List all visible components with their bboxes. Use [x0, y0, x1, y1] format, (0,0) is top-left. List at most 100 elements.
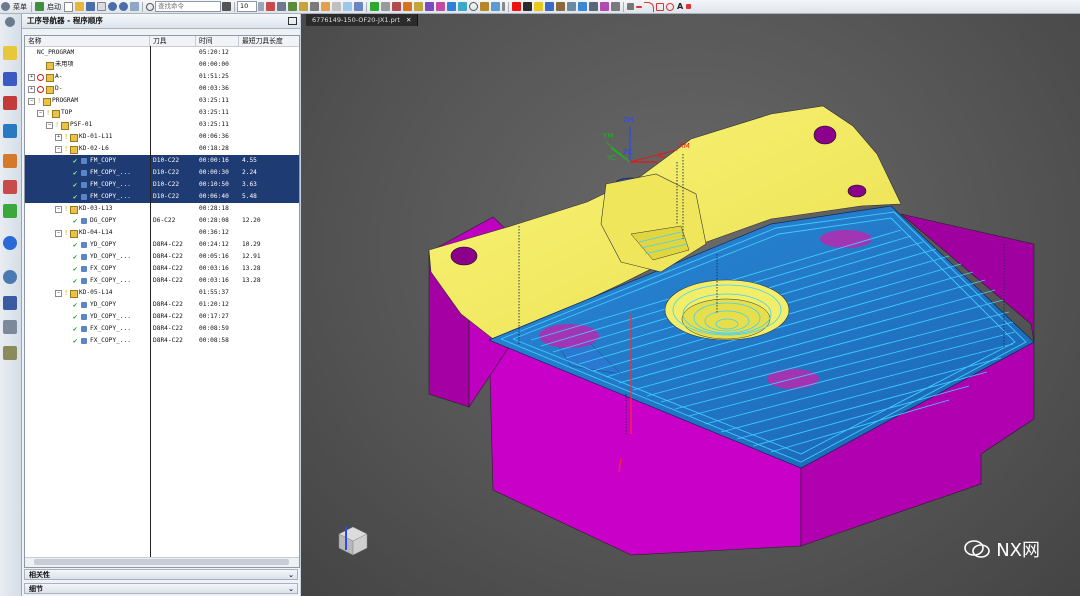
- render-icon[interactable]: [589, 2, 598, 11]
- part-model[interactable]: ZM YM XM ZC YC XC: [301, 14, 1080, 596]
- tree-row[interactable]: + D- 00:03:36: [25, 83, 299, 95]
- collapse-icon[interactable]: −: [55, 206, 62, 213]
- tree-row[interactable]: ✔ FX_COPY_... D8R4-C22 00:03:16 13.28: [25, 275, 299, 287]
- binoculars-icon[interactable]: [222, 2, 231, 11]
- tree-row[interactable]: ✔ YD_COPY D8R4-C22 00:24:12 10.29: [25, 239, 299, 251]
- geometry-icon[interactable]: [414, 2, 423, 11]
- rotate-icon[interactable]: [332, 2, 341, 11]
- copy-icon[interactable]: [97, 2, 106, 11]
- window-icon[interactable]: [130, 2, 139, 11]
- edit-icon[interactable]: [491, 2, 500, 11]
- assembly-navigator-icon[interactable]: [3, 46, 17, 60]
- red-square-icon[interactable]: [512, 2, 521, 11]
- tree-row[interactable]: ✔ YD_COPY_... D8R4-C22 00:05:16 12.91: [25, 251, 299, 263]
- tree-row[interactable]: ✔ YD_COPY D8R4-C22 01:20:12: [25, 299, 299, 311]
- add-icon[interactable]: [370, 2, 379, 11]
- collapse-icon[interactable]: −: [28, 98, 35, 105]
- selection-filter-icon[interactable]: [266, 2, 275, 11]
- view-icon[interactable]: [299, 2, 308, 11]
- light-icon[interactable]: [534, 2, 543, 11]
- fit-icon[interactable]: [343, 2, 352, 11]
- palette-navigator-icon[interactable]: [3, 204, 17, 218]
- material-icon[interactable]: [600, 2, 609, 11]
- zoom-level-field[interactable]: 10: [237, 1, 257, 12]
- tree-row[interactable]: ✔ DG_COPY D6-C22 00:28:08 12.20: [25, 215, 299, 227]
- column-header-time[interactable]: 时间: [196, 36, 239, 46]
- collapse-icon[interactable]: −: [55, 146, 62, 153]
- constraint-navigator-icon[interactable]: [3, 72, 17, 86]
- program-icon[interactable]: [436, 2, 445, 11]
- tree-row[interactable]: NC_PROGRAM 05:20:12: [25, 47, 299, 59]
- tree-row[interactable]: −! KD-03-L13 00:28:18: [25, 203, 299, 215]
- new-file-icon[interactable]: [64, 1, 73, 12]
- part-icon[interactable]: [556, 2, 565, 11]
- collapse-icon[interactable]: −: [37, 110, 44, 117]
- hole[interactable]: [847, 184, 867, 198]
- arrow-icon[interactable]: [277, 2, 286, 11]
- operation-navigator-icon[interactable]: [3, 124, 17, 138]
- redo-icon[interactable]: [119, 2, 128, 11]
- tree-row[interactable]: −! KD-04-L14 00:36:12: [25, 227, 299, 239]
- slash-icon[interactable]: [502, 2, 505, 11]
- palette-icon[interactable]: [523, 2, 532, 11]
- history-icon[interactable]: [3, 270, 17, 284]
- start-button[interactable]: 启动: [45, 1, 63, 12]
- rectangle-icon[interactable]: [656, 2, 664, 11]
- view-triad-icon[interactable]: [338, 526, 368, 556]
- measure-icon[interactable]: [381, 2, 390, 11]
- tree-row[interactable]: −! KD-05-L14 01:55:37: [25, 287, 299, 299]
- dependencies-panel[interactable]: 相关性 ⌄: [24, 569, 298, 580]
- system-materials-icon[interactable]: [3, 346, 17, 360]
- tree-row[interactable]: ✔ FX_COPY D8R4-C22 00:03:16 13.28: [25, 263, 299, 275]
- scene-icon[interactable]: [567, 2, 576, 11]
- chevron-down-icon[interactable]: [258, 2, 264, 11]
- pan-icon[interactable]: [321, 2, 330, 11]
- recess[interactable]: [539, 324, 599, 348]
- expand-icon[interactable]: +: [28, 74, 35, 81]
- machine-tool-navigator-icon[interactable]: [3, 154, 17, 168]
- menu-button[interactable]: 菜单: [11, 1, 29, 12]
- part-navigator-icon[interactable]: [3, 96, 17, 110]
- tree-row[interactable]: −! TOP 03:25:11: [25, 107, 299, 119]
- open-folder-icon[interactable]: [75, 2, 84, 11]
- web-browser-icon[interactable]: [3, 236, 17, 250]
- column-header-name[interactable]: 名称: [25, 36, 150, 46]
- hole[interactable]: [813, 125, 837, 145]
- filter-icon[interactable]: [545, 2, 554, 11]
- operation-tree[interactable]: 名称 刀具 时间 最短刀具长度 NC_PROGRAM 05:20:12 未用项 00:…: [24, 35, 300, 568]
- tree-row[interactable]: ✔ FX_COPY_... D8R4-C22 00:08:59: [25, 323, 299, 335]
- collapse-icon[interactable]: −: [46, 122, 53, 129]
- shade-icon[interactable]: [354, 2, 363, 11]
- display-icon[interactable]: [578, 2, 587, 11]
- scrollbar-thumb[interactable]: [34, 559, 289, 565]
- tree-row[interactable]: 未用项 00:00:00: [25, 59, 299, 71]
- recess[interactable]: [820, 230, 872, 248]
- graphics-window[interactable]: 6776149-150-OF20-JX1.prt ✕ ZM YM XM ZC Y…: [301, 14, 1080, 596]
- undo-icon[interactable]: [108, 2, 117, 11]
- process-studio-icon[interactable]: [3, 296, 17, 310]
- expand-icon[interactable]: +: [28, 86, 35, 93]
- chevron-down-icon[interactable]: ⌄: [288, 570, 294, 581]
- details-panel[interactable]: 细节 ⌄: [24, 583, 298, 594]
- snap-icon[interactable]: [288, 2, 297, 11]
- collapse-icon[interactable]: −: [55, 230, 62, 237]
- spline-icon[interactable]: [686, 4, 692, 9]
- tree-row[interactable]: ✔ FM_COPY_... D10-C22 00:06:40 5.48: [25, 191, 299, 203]
- horizontal-scrollbar[interactable]: [25, 557, 299, 567]
- tool-icon[interactable]: [403, 2, 412, 11]
- style-icon[interactable]: [611, 2, 620, 11]
- tree-row[interactable]: ✔ FM_COPY_... D10-C22 00:10:50 3.63: [25, 179, 299, 191]
- save-icon[interactable]: [86, 2, 95, 11]
- command-search-input[interactable]: 查找命令: [155, 1, 221, 12]
- gear-icon[interactable]: [5, 17, 15, 27]
- reuse-library-icon[interactable]: [3, 320, 17, 334]
- maximize-icon[interactable]: [288, 17, 297, 25]
- tree-row[interactable]: ✔ YD_COPY_... D8R4-C22 00:17:27: [25, 311, 299, 323]
- text-icon[interactable]: A: [675, 1, 685, 12]
- column-header-tool[interactable]: 刀具: [150, 36, 196, 46]
- generate-icon[interactable]: [447, 2, 456, 11]
- circle-icon[interactable]: [469, 2, 478, 11]
- collapse-icon[interactable]: −: [55, 290, 62, 297]
- plus-icon[interactable]: [627, 3, 634, 10]
- gear-icon[interactable]: [1, 2, 10, 11]
